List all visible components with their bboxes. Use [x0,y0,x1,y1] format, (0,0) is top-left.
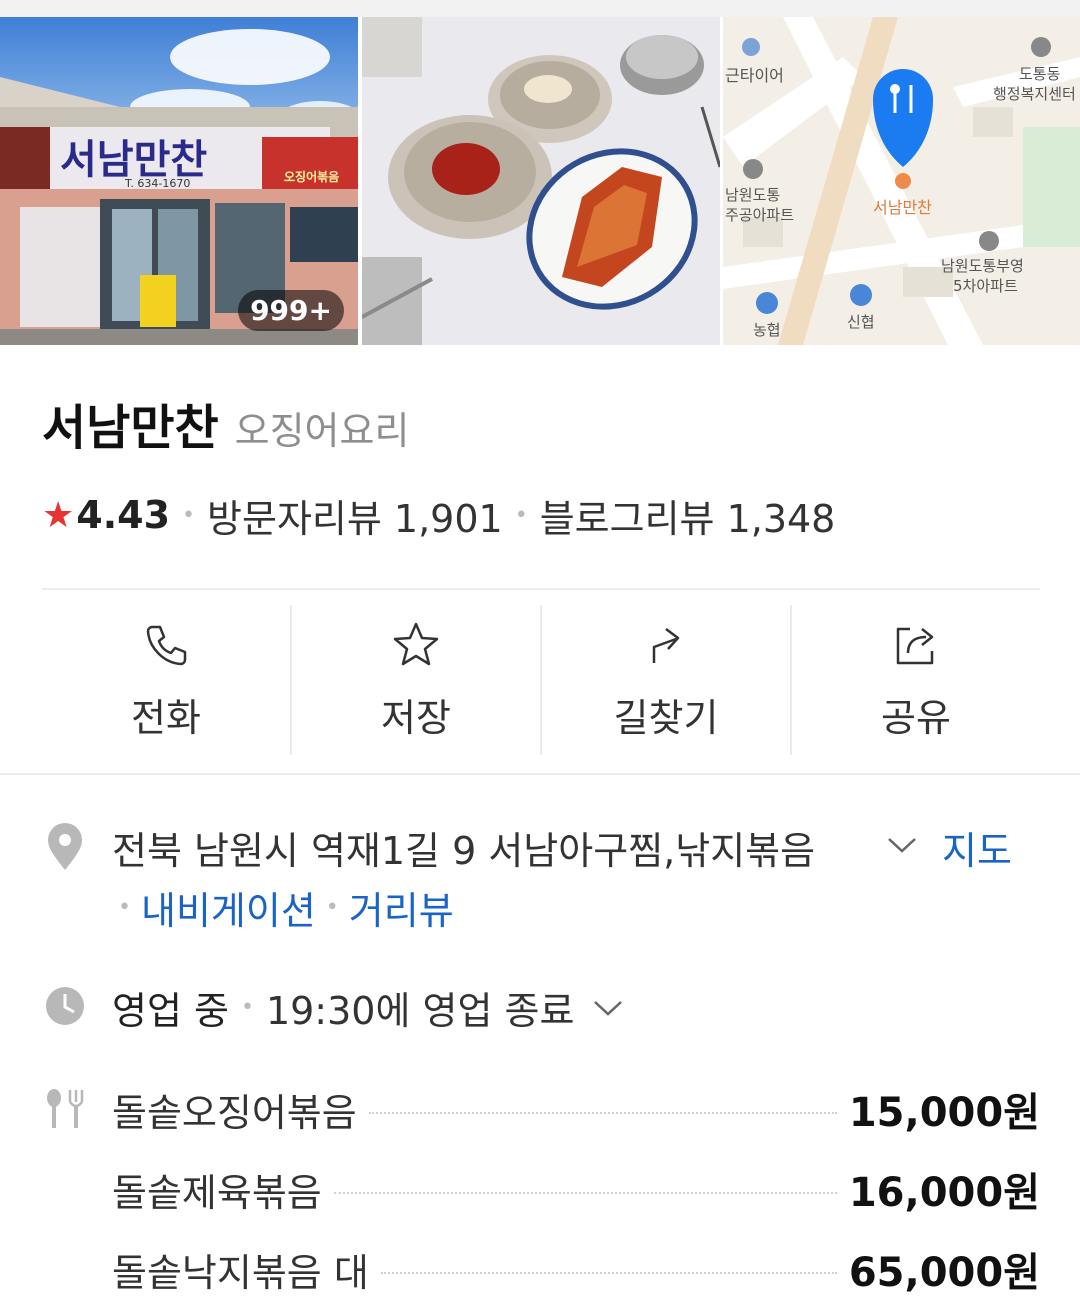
map-label: 남원도통부영 [941,257,1024,275]
section-divider [0,773,1080,775]
rating-value: 4.43 [76,493,171,537]
directions-icon [652,628,680,663]
photo-count-badge: 999+ [238,290,344,331]
separator-dot: • [118,895,131,920]
address-links: • 내비게이션 • 거리뷰 [108,880,454,935]
storefront-photo[interactable]: 서남만찬 T. 634-1670 오징어볶음 999+ [0,17,358,345]
star-outline-icon [393,622,439,666]
photo-gallery[interactable]: 서남만찬 T. 634-1670 오징어볶음 999+ 근타이어 도통동 행정복… [0,17,1080,345]
menu-item[interactable]: 돌솥오징어볶음 15,000원 [112,1084,1040,1136]
menu-item-price: 15,000원 [848,1090,1040,1136]
place-category: 오징어요리 [234,409,410,453]
storefront-sign-text: 서남만찬 [60,136,207,183]
navigation-link[interactable]: 내비게이션 [141,880,316,935]
menu-item-name: 돌솥제육볶음 [112,1170,322,1215]
open-status: 영업 중 [112,989,229,1033]
map-link[interactable]: 지도 [942,820,1012,875]
share-icon [896,627,934,665]
dotted-leader [380,1272,837,1274]
rating-row: ★ 4.43 • 방문자리뷰 1,901 • 블로그리뷰 1,348 [42,488,836,543]
map-label: 신협 [847,313,875,331]
directions-label: 길찾기 [613,696,719,740]
map-thumbnail[interactable]: 근타이어 도통동 행정복지센터 남원도통 주공아파트 남원도통부영 5차아파트 … [723,17,1080,345]
share-label: 공유 [881,696,951,740]
star-icon: ★ [42,494,75,536]
map-bank-icon [756,292,778,314]
separator-dot: • [325,895,339,920]
map-place-label: 서남만찬 [873,198,932,217]
menu-item-price: 65,000원 [848,1250,1040,1296]
menu-item[interactable]: 돌솥제육볶음 16,000원 [112,1164,1040,1216]
action-bar: 전화 저장 길찾기 공유 [42,605,1040,755]
streetview-link[interactable]: 거리뷰 [349,880,454,935]
phone-icon [146,625,187,666]
divider [42,588,1040,590]
map-label: 농협 [753,321,781,339]
storefront-phone-text: T. 634-1670 [124,177,190,190]
directions-button[interactable]: 길찾기 [540,605,790,755]
visitor-reviews-link[interactable]: 방문자리뷰 1,901 [207,488,503,543]
storefront-banner-text: 오징어볶음 [284,169,339,184]
menu-item-name: 돌솥낙지볶음 대 [112,1250,369,1295]
place-name: 서남만찬 [42,400,219,456]
chevron-down-icon[interactable] [886,835,918,855]
separator-dot: • [182,502,196,528]
clock-icon [46,987,84,1025]
call-button[interactable]: 전화 [42,605,290,755]
closing-time: 19:30에 영업 종료 [265,989,575,1033]
map-label: 행정복지센터 [993,85,1076,103]
share-button[interactable]: 공유 [790,605,1040,755]
chevron-down-icon[interactable] [592,998,624,1018]
top-status-strip [0,0,1080,17]
location-pin-icon [48,823,82,870]
menu-item[interactable]: 돌솥낙지볶음 대 65,000원 [112,1244,1040,1296]
save-label: 저장 [381,696,451,740]
business-hours-row[interactable]: 영업 중 • 19:30에 영업 종료 [112,980,624,1035]
map-label: 근타이어 [725,66,784,85]
map-poi-icon [1031,37,1051,57]
separator-dot: • [240,995,254,1020]
fork-knife-icon [47,1089,84,1128]
place-title-row: 서남만찬 오징어요리 [42,388,409,458]
side-dish-photo[interactable] [362,17,720,345]
menu-item-price: 16,000원 [848,1170,1040,1216]
map-label: 5차아파트 [953,277,1018,295]
address-text[interactable]: 전북 남원시 역재1길 9 서남아구찜,낚지볶음 [112,820,815,875]
dotted-leader [368,1112,837,1114]
save-button[interactable]: 저장 [290,605,540,755]
map-poi-icon [743,159,763,179]
map-label: 남원도통 [725,186,780,204]
map-poi-icon [979,231,999,251]
blog-reviews-link[interactable]: 블로그리뷰 1,348 [540,488,836,543]
separator-dot: • [514,502,528,528]
map-label: 주공아파트 [725,206,794,224]
map-bank-icon [850,284,872,306]
map-poi-icon [742,38,760,56]
dotted-leader [333,1192,837,1194]
map-label: 도통동 [1019,65,1061,83]
menu-item-name: 돌솥오징어볶음 [112,1090,357,1135]
call-label: 전화 [131,696,201,740]
